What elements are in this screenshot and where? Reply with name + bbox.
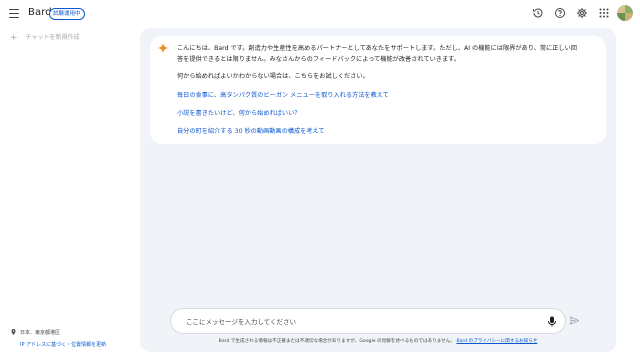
suggestion-link[interactable]: 毎日の食事に、高タンパク質のビーガン メニューを取り入れる方法を教えて (177, 90, 389, 99)
location-text: 日本、東京都港区 (20, 330, 61, 336)
prompt-text: 何から始めればよいかわからない場合は、こちらをお試しください。 (177, 73, 369, 80)
history-icon[interactable] (532, 7, 544, 19)
privacy-notice-link[interactable]: Bard のプライバシーに関するお知らせ (456, 339, 537, 344)
avatar[interactable] (617, 5, 633, 21)
chat-area: こんにちは、Bard です。創造力や生産性を高めるパートナーとしてあなたをサポー… (140, 28, 616, 352)
new-chat-button: + チャットを新規作成 (10, 31, 80, 45)
settings-icon[interactable] (576, 7, 588, 19)
suggestion-link[interactable]: 自分の町を紹介する 30 秒の動画動画の構成を考えて (177, 126, 325, 135)
experiment-badge: 試験運用中 (49, 8, 85, 20)
top-bar: Bard 試験運用中 (0, 0, 640, 28)
bard-sparkle-icon (157, 42, 169, 54)
microphone-icon[interactable] (547, 316, 557, 327)
disclaimer-text: Bard で生成される情報は不正確または不適切な場合がありますが、Google … (218, 339, 455, 344)
message-input[interactable]: ここにメッセージを入力してください (170, 308, 566, 334)
suggestion-link[interactable]: 小説を書きたいけど、何から始めればいい？ (177, 108, 300, 117)
plus-icon: + (10, 33, 18, 43)
sidebar: + チャットを新規作成 日本、東京都港区 IP アドレスに基づく・位置情報を更新 (0, 28, 140, 360)
menu-icon[interactable] (9, 9, 19, 18)
update-location-link[interactable]: IP アドレスに基づく・位置情報を更新 (20, 341, 106, 348)
intro-text: こんにちは、Bard です。創造力や生産性を高めるパートナーとしてあなたをサポー… (177, 45, 577, 63)
help-icon[interactable] (554, 7, 566, 19)
message-input-placeholder[interactable]: ここにメッセージを入力してください (186, 316, 296, 326)
welcome-message: こんにちは、Bard です。創造力や生産性を高めるパートナーとしてあなたをサポー… (150, 36, 606, 144)
new-chat-label: チャットを新規作成 (25, 34, 80, 41)
disclaimer: Bard で生成される情報は不正確または不適切な場合がありますが、Google … (140, 338, 616, 344)
apps-grid-icon[interactable] (598, 7, 610, 19)
location-pin-icon (11, 329, 16, 335)
send-icon[interactable] (569, 315, 580, 326)
